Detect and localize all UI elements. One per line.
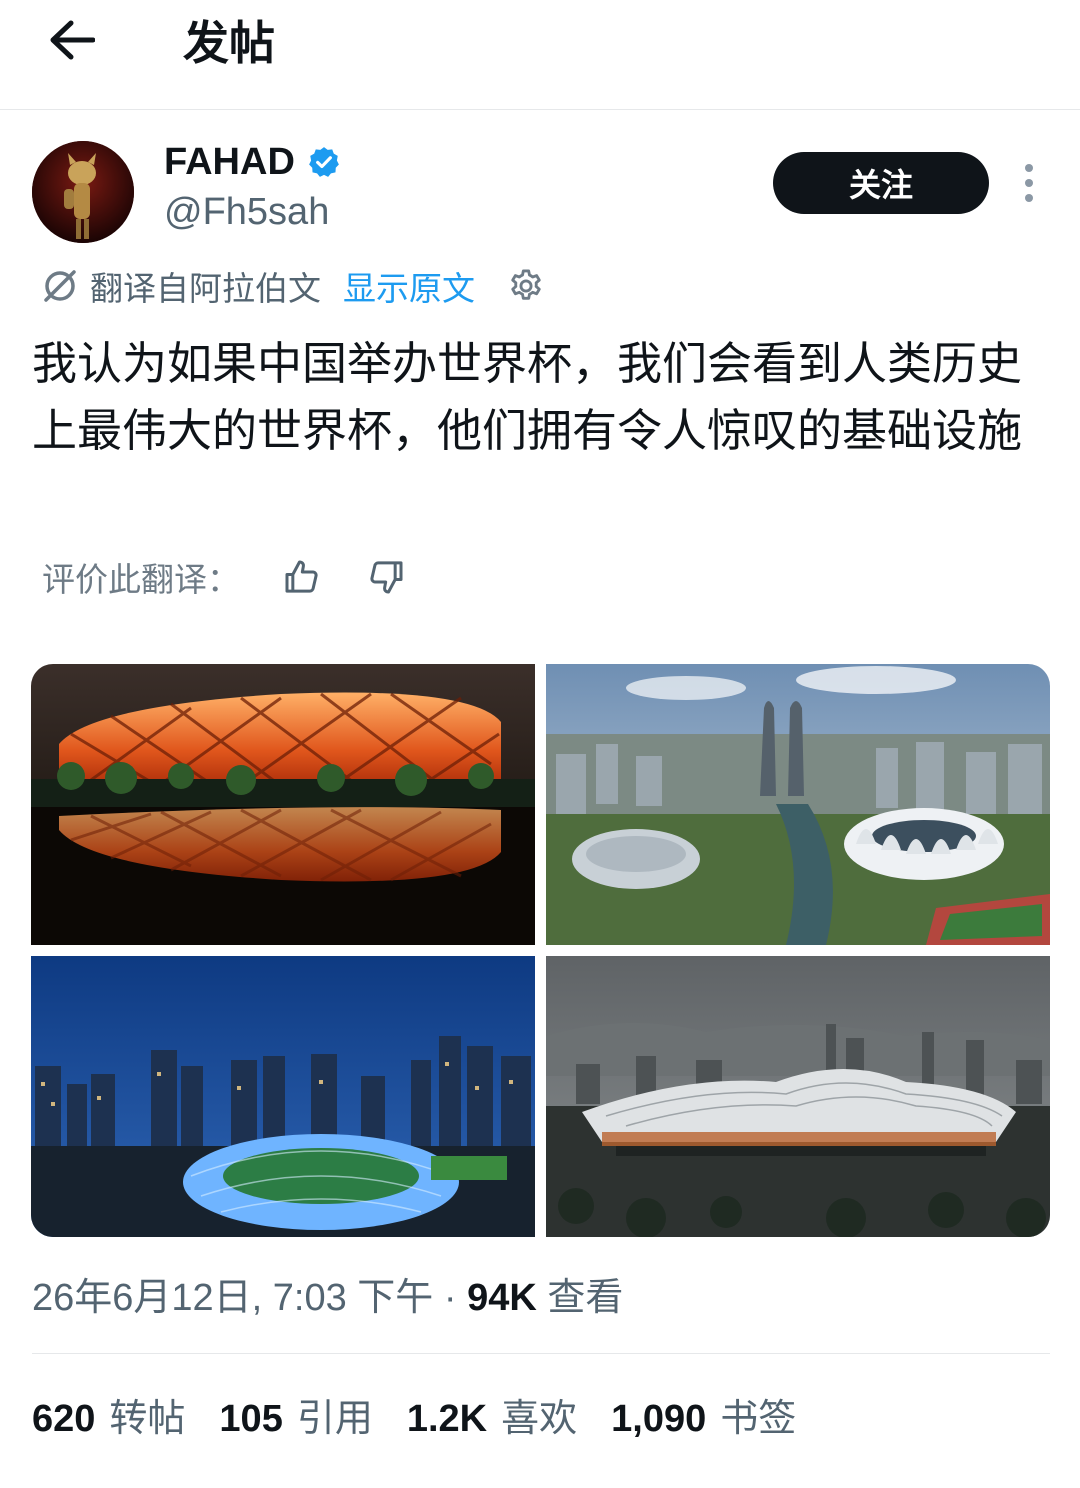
media-image-1[interactable] bbox=[31, 664, 535, 945]
media-grid bbox=[31, 664, 1050, 1237]
rate-translation-label: 评价此翻译： bbox=[42, 560, 240, 599]
arrow-left-icon bbox=[50, 20, 95, 60]
follow-button[interactable]: 关注 bbox=[773, 152, 989, 214]
stat-label: 书签 bbox=[720, 1397, 797, 1440]
more-options-button[interactable] bbox=[1012, 160, 1046, 206]
rate-translation-row: 评价此翻译： bbox=[42, 552, 406, 602]
stat-number: 1.2K bbox=[406, 1397, 488, 1440]
verified-badge-icon bbox=[309, 147, 339, 177]
more-vertical-icon bbox=[1025, 164, 1033, 172]
stat-label: 喜欢 bbox=[501, 1397, 578, 1440]
translation-settings-button[interactable] bbox=[507, 267, 545, 305]
gear-icon bbox=[511, 269, 541, 300]
stat-label: 引用 bbox=[296, 1397, 373, 1440]
bookmarks-stat[interactable]: 1,090 书签 bbox=[611, 1387, 796, 1442]
likes-stat[interactable]: 1.2K 喜欢 bbox=[407, 1387, 577, 1442]
reposts-stat[interactable]: 620 转帖 bbox=[32, 1387, 185, 1442]
views-count: 94K bbox=[467, 1277, 537, 1319]
stat-number: 1,090 bbox=[611, 1397, 707, 1440]
more-dot bbox=[1025, 179, 1033, 187]
author-name-row[interactable]: FAHAD bbox=[164, 138, 341, 186]
rate-up-button[interactable] bbox=[282, 557, 322, 597]
media-image-4[interactable] bbox=[546, 956, 1050, 1237]
stat-number: 620 bbox=[32, 1397, 96, 1440]
translate-icon bbox=[44, 270, 76, 302]
back-button[interactable] bbox=[44, 14, 100, 66]
engagement-stats: 620 转帖 105 引用 1.2K 喜欢 1,090 书签 bbox=[32, 1386, 830, 1442]
media-image-3[interactable] bbox=[31, 956, 535, 1237]
avatar-image bbox=[32, 141, 134, 243]
stat-number: 105 bbox=[219, 1397, 283, 1440]
quotes-stat[interactable]: 105 引用 bbox=[219, 1387, 372, 1442]
display-name[interactable]: FAHAD bbox=[164, 138, 295, 186]
avatar[interactable] bbox=[32, 141, 134, 243]
media-image-2[interactable] bbox=[546, 664, 1050, 945]
top-bar: 发帖 bbox=[0, 0, 1080, 110]
stat-label: 转帖 bbox=[109, 1397, 186, 1440]
divider bbox=[32, 1353, 1050, 1354]
translation-source-label: 翻译自阿拉伯文 bbox=[90, 269, 321, 308]
show-original-link[interactable]: 显示原文 bbox=[343, 262, 475, 310]
rate-down-button[interactable] bbox=[366, 557, 406, 597]
post-text: 我认为如果中国举办世界杯，我们会看到人类历史上最伟大的世界杯，他们拥有令人惊叹的… bbox=[32, 337, 1023, 457]
city-stadium-night-image bbox=[31, 956, 535, 1237]
meta-separator: · bbox=[433, 1277, 468, 1319]
page-title: 发帖 bbox=[183, 16, 275, 70]
author-handle[interactable]: @Fh5sah bbox=[164, 188, 329, 236]
lotus-stadium-aerial-image bbox=[546, 664, 1050, 945]
thumbs-up-icon bbox=[285, 560, 318, 593]
post-meta: 26年6月12日, 7:03 下午 · 94K 查看 bbox=[32, 1270, 623, 1326]
more-dot bbox=[1025, 194, 1033, 202]
views-label: 查看 bbox=[536, 1277, 624, 1319]
thumbs-down-icon bbox=[370, 561, 403, 594]
bird-nest-stadium-image bbox=[31, 664, 535, 945]
modern-stadium-render-image bbox=[546, 956, 1050, 1237]
post-timestamp[interactable]: 26年6月12日, 7:03 下午 bbox=[32, 1277, 433, 1319]
translation-row: 翻译自阿拉伯文 显示原文 bbox=[40, 262, 545, 310]
